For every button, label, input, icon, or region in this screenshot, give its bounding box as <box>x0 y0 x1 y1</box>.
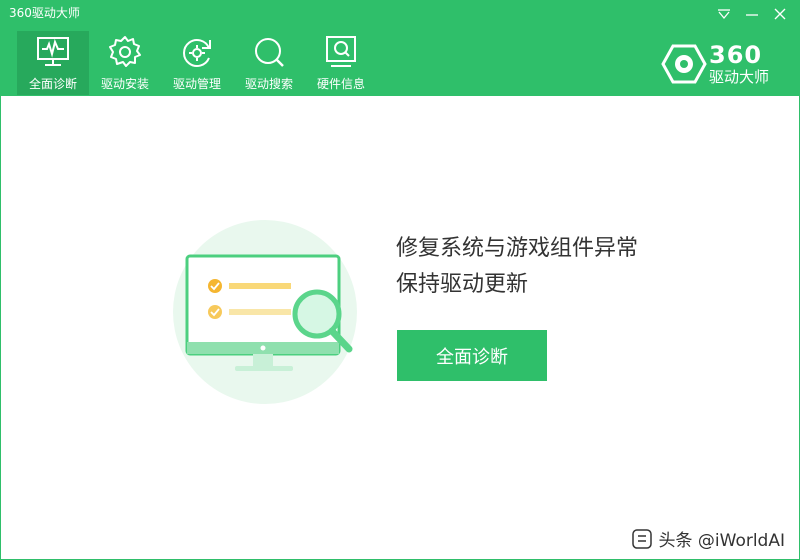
headline-line-2: 保持驱动更新 <box>396 272 529 297</box>
main-panel: 修复系统与游戏组件异常 保持驱动更新 全面诊断 头条 @iWorldAI <box>1 96 799 559</box>
refresh-gear-icon <box>183 39 211 67</box>
headline: 修复系统与游戏组件异常 保持驱动更新 <box>396 231 638 303</box>
minimize-icon <box>746 14 758 16</box>
brand-number: 360 <box>709 41 763 69</box>
window-controls <box>711 3 793 25</box>
brand-gear-logo-icon <box>661 44 707 84</box>
nav-item-driver-install[interactable]: 驱动安装 <box>89 31 161 95</box>
headline-line-1: 修复系统与游戏组件异常 <box>396 236 639 261</box>
close-button[interactable] <box>767 3 793 25</box>
window-title: 360驱动大师 <box>9 6 80 20</box>
nav-item-driver-manage[interactable]: 驱动管理 <box>161 31 233 95</box>
full-diagnosis-button[interactable]: 全面诊断 <box>397 330 547 381</box>
nav-label: 驱动安装 <box>100 77 149 91</box>
watermark: 头条 @iWorldAI <box>631 526 786 551</box>
main-nav: 全面诊断 驱动安装 驱动管理 驱动搜索 硬件信息 <box>17 31 377 95</box>
close-icon <box>774 8 786 20</box>
header-bar: 360驱动大师 全面诊断 驱动安装 驱动管理 驱动搜索 硬件信息 360 驱动大… <box>1 1 799 96</box>
minimize-button[interactable] <box>739 3 765 25</box>
hardware-info-icon <box>326 36 356 67</box>
watermark-text: 头条 @iWorldAI <box>658 531 786 551</box>
nav-item-hardware-info[interactable]: 硬件信息 <box>305 31 377 95</box>
menu-dropdown-icon <box>718 9 730 20</box>
app-window: 360驱动大师 全面诊断 驱动安装 驱动管理 驱动搜索 硬件信息 360 驱动大… <box>0 0 800 560</box>
nav-label: 驱动搜索 <box>244 77 293 91</box>
watermark-logo-icon <box>631 528 652 549</box>
nav-label: 全面诊断 <box>28 77 77 91</box>
menu-dropdown-button[interactable] <box>711 3 737 25</box>
brand-name: 驱动大师 <box>709 68 770 86</box>
search-icon <box>255 38 284 67</box>
monitor-pulse-icon <box>37 37 69 66</box>
nav-item-full-diagnosis[interactable]: 全面诊断 <box>17 31 89 95</box>
gear-icon <box>109 36 141 67</box>
nav-item-driver-search[interactable]: 驱动搜索 <box>233 31 305 95</box>
brand-logo-block: 360 驱动大师 <box>661 41 781 87</box>
nav-label: 硬件信息 <box>316 77 365 91</box>
monitor-diagnosis-illustration <box>173 220 357 404</box>
nav-label: 驱动管理 <box>172 77 221 91</box>
